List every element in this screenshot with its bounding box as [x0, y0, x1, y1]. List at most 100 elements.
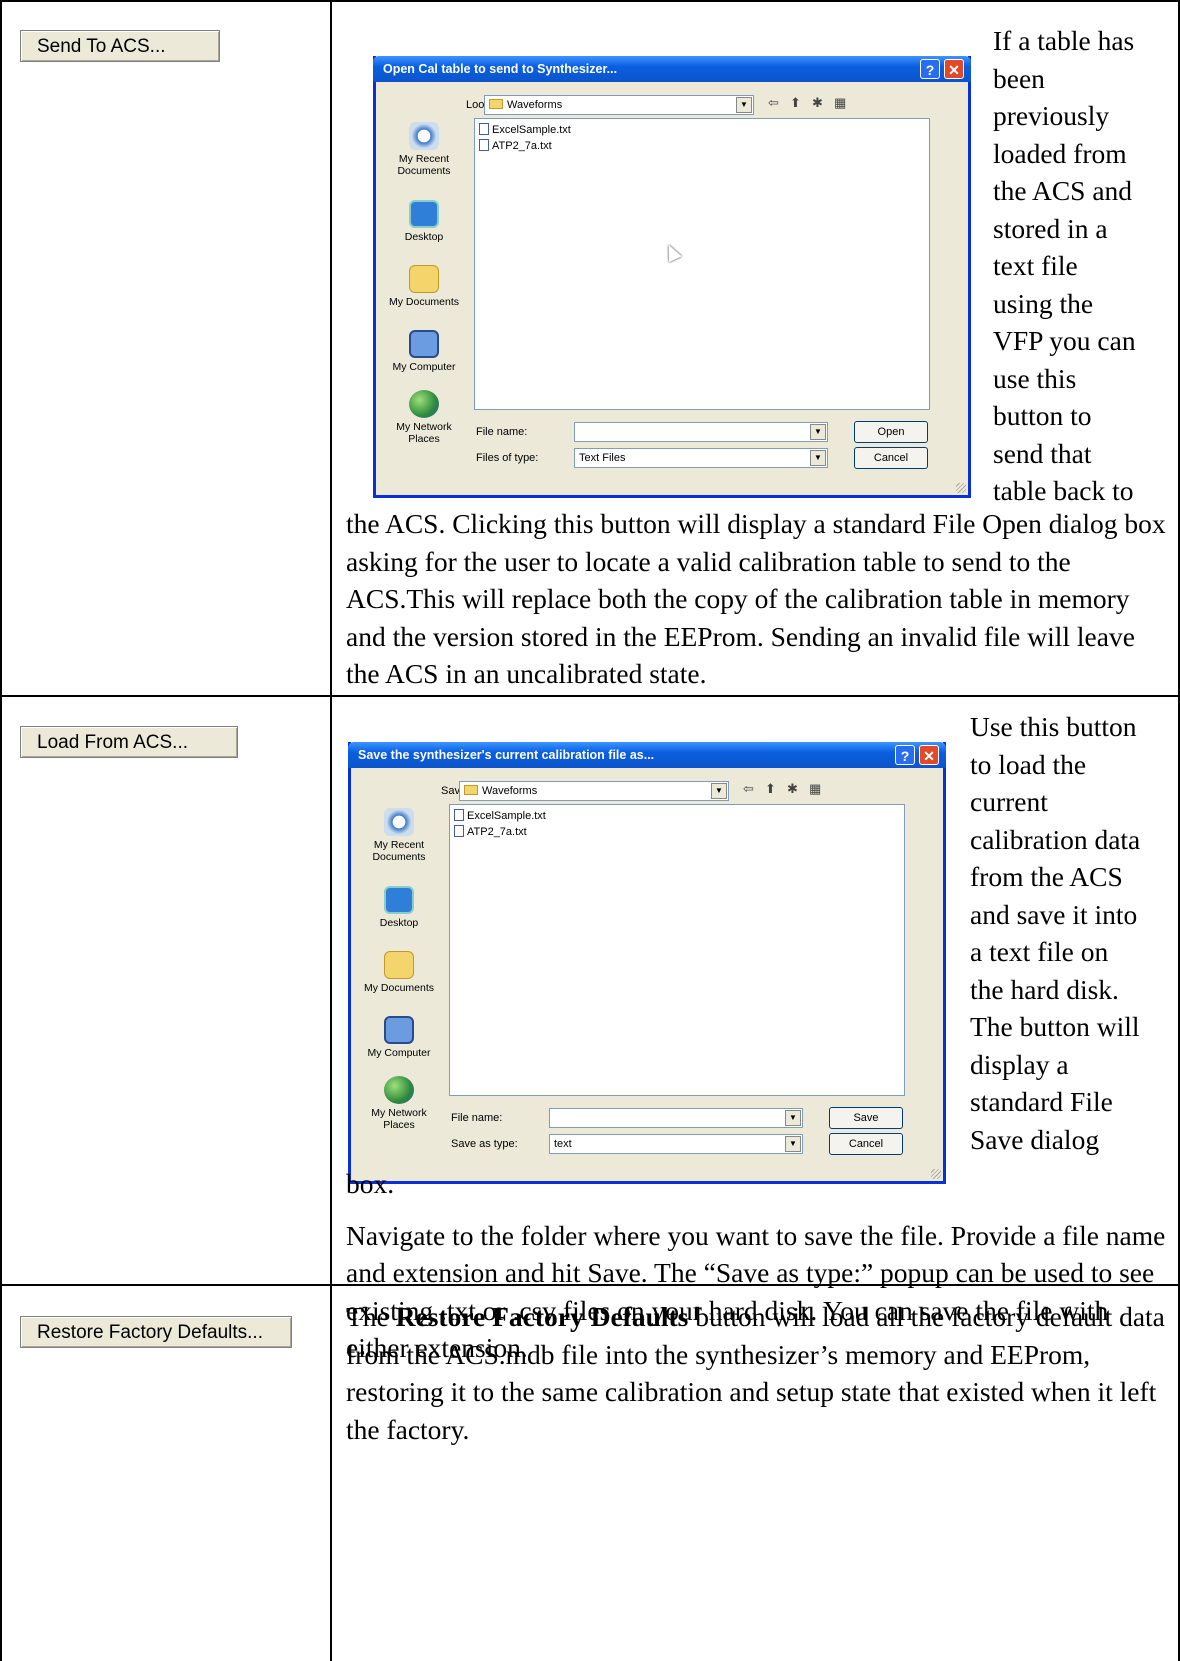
send-to-acs-button[interactable]: Send To ACS...: [20, 30, 220, 62]
row1-side-text: If a table has been previously loaded fr…: [993, 22, 1173, 510]
file-item-label: ExcelSample.txt: [492, 124, 571, 136]
recent-documents-icon: [384, 808, 414, 836]
text-line: been: [993, 62, 1045, 94]
places-label: Desktop: [404, 231, 444, 243]
text-line: VFP you can: [993, 325, 1136, 356]
file-item[interactable]: ExcelSample.txt: [454, 809, 546, 822]
restore-factory-defaults-button[interactable]: Restore Factory Defaults...: [20, 1316, 292, 1348]
help-icon[interactable]: ?: [895, 745, 915, 765]
file-name-input[interactable]: ▼: [549, 1108, 803, 1128]
file-name-input[interactable]: ▼: [574, 422, 828, 442]
save-in-combo[interactable]: Waveforms ▼: [459, 781, 729, 801]
places-recent[interactable]: My Recent Documents: [380, 122, 468, 177]
text-line: stored in a: [993, 212, 1108, 244]
chevron-down-icon[interactable]: ▼: [785, 1136, 801, 1152]
text-line: to load the: [970, 748, 1087, 780]
places-my-documents[interactable]: My Documents: [355, 951, 443, 994]
save-as-type-label: Save as type:: [451, 1138, 518, 1150]
dialog-title: Open Cal table to send to Synthesizer...: [383, 62, 618, 76]
row1-description: the ACS. Clicking this button will displ…: [346, 505, 1166, 693]
places-label: My Network Places: [396, 421, 452, 445]
files-of-type-label: Files of type:: [476, 452, 539, 464]
text-run: The: [346, 1301, 396, 1332]
files-of-type-value: Text Files: [579, 452, 626, 464]
chevron-down-icon[interactable]: ▼: [736, 97, 752, 113]
places-network[interactable]: My Network Places: [380, 390, 468, 445]
description-paragraph: The Restore Factory Defaults button will…: [346, 1298, 1166, 1448]
open-button[interactable]: Open: [854, 421, 928, 443]
file-item[interactable]: ATP2_7a.txt: [479, 139, 552, 152]
new-folder-icon[interactable]: ✱: [787, 781, 798, 797]
text-line: current: [970, 786, 1048, 817]
cancel-button[interactable]: Cancel: [829, 1133, 903, 1155]
file-name-label: File name:: [476, 426, 528, 438]
chevron-down-icon[interactable]: ▼: [810, 450, 826, 466]
up-folder-icon[interactable]: ⬆: [790, 95, 801, 111]
file-list[interactable]: ExcelSample.txt ATP2_7a.txt: [474, 118, 930, 410]
new-folder-icon[interactable]: ✱: [812, 95, 823, 111]
network-globe-icon: [384, 1076, 414, 1104]
places-desktop[interactable]: Desktop: [380, 200, 468, 243]
places-my-computer[interactable]: My Computer: [355, 1016, 443, 1059]
folder-icon: [489, 99, 503, 109]
look-in-value: Waveforms: [507, 99, 563, 111]
description-paragraph: the ACS. Clicking this button will displ…: [346, 508, 1166, 689]
text-line: the ACS and: [993, 175, 1133, 206]
desktop-icon: [384, 886, 414, 914]
back-icon[interactable]: ⇦: [768, 95, 779, 111]
back-icon[interactable]: ⇦: [743, 781, 754, 797]
up-folder-icon[interactable]: ⬆: [765, 781, 776, 797]
file-item[interactable]: ATP2_7a.txt: [454, 825, 527, 838]
places-desktop[interactable]: Desktop: [355, 886, 443, 929]
view-menu-icon[interactable]: ▦: [834, 95, 846, 111]
text-line: The button will: [970, 1011, 1140, 1042]
load-from-acs-button[interactable]: Load From ACS...: [20, 726, 238, 758]
places-label: My Computer: [392, 361, 456, 373]
file-item-label: ExcelSample.txt: [467, 810, 546, 822]
text-line: button to: [993, 400, 1092, 431]
text-file-icon: [479, 123, 489, 135]
places-network[interactable]: My Network Places: [355, 1076, 443, 1131]
chevron-down-icon[interactable]: ▼: [711, 783, 727, 799]
save-in-value: Waveforms: [482, 785, 538, 797]
help-icon[interactable]: ?: [920, 59, 940, 79]
places-recent[interactable]: My Recent Documents: [355, 808, 443, 863]
documents-folder-icon: [409, 265, 439, 293]
view-menu-icon[interactable]: ▦: [809, 781, 821, 797]
save-as-type-select[interactable]: text ▼: [549, 1134, 803, 1154]
computer-icon: [384, 1016, 414, 1044]
files-of-type-select[interactable]: Text Files ▼: [574, 448, 828, 468]
text-line: send that: [993, 437, 1092, 469]
places-label: My Documents: [363, 982, 435, 994]
text-line: Use this button: [970, 711, 1137, 742]
places-label: My Computer: [367, 1047, 431, 1059]
look-in-combo[interactable]: Waveforms ▼: [484, 95, 754, 115]
file-item[interactable]: ExcelSample.txt: [479, 123, 571, 136]
close-icon[interactable]: ✕: [944, 59, 964, 79]
chevron-down-icon[interactable]: ▼: [785, 1110, 801, 1126]
desktop-icon: [409, 200, 439, 228]
text-line: the hard disk.: [970, 973, 1119, 1005]
text-line: calibration data: [970, 823, 1141, 855]
save-as-type-value: text: [554, 1138, 572, 1150]
close-icon[interactable]: ✕: [919, 745, 939, 765]
cancel-button[interactable]: Cancel: [854, 447, 928, 469]
text-file-icon: [454, 825, 464, 837]
places-my-computer[interactable]: My Computer: [380, 330, 468, 373]
places-label: My Recent Documents: [372, 839, 426, 863]
resize-grip-icon[interactable]: [956, 483, 966, 493]
documents-folder-icon: [384, 951, 414, 979]
folder-icon: [464, 785, 478, 795]
places-my-documents[interactable]: My Documents: [380, 265, 468, 308]
text-line: using the: [993, 287, 1094, 319]
save-file-dialog: Save the synthesizer's current calibrati…: [348, 742, 946, 1184]
places-label: My Recent Documents: [397, 153, 451, 177]
text-line: a text file on: [970, 936, 1109, 967]
save-button[interactable]: Save: [829, 1107, 903, 1129]
file-name-label: File name:: [451, 1112, 503, 1124]
text-line: If a table has: [993, 25, 1135, 56]
places-label: My Network Places: [371, 1107, 427, 1131]
computer-icon: [409, 330, 439, 358]
file-list[interactable]: ExcelSample.txt ATP2_7a.txt: [449, 804, 905, 1096]
chevron-down-icon[interactable]: ▼: [810, 424, 826, 440]
